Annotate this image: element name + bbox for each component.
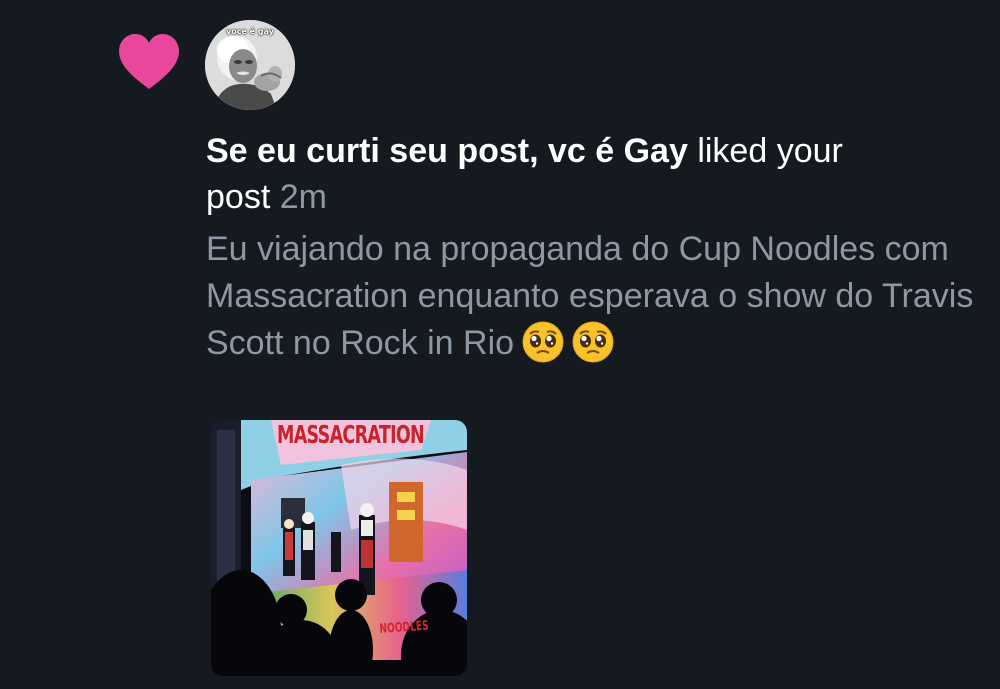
avatar[interactable]: voce é gay <box>205 20 295 110</box>
actor-name[interactable]: Se eu curti seu post, vc é Gay <box>206 132 688 170</box>
timestamp: 2m <box>279 178 327 216</box>
post-text[interactable]: Eu viajando na propaganda do Cup Noodles… <box>206 226 976 367</box>
avatar-caption: voce é gay <box>226 27 274 36</box>
like-notification[interactable]: voce é gay Se eu curti seu post, vc é Ga… <box>0 0 1000 689</box>
action-text-2: post <box>206 178 271 216</box>
pleading-face-icon <box>522 321 564 363</box>
post-media-image[interactable]: MASSACRATION NOODLES <box>211 420 467 676</box>
heart-icon <box>119 34 179 89</box>
media-banner-text: MASSACRATION <box>277 420 425 449</box>
notification-headline: Se eu curti seu post, vc é Gay liked you… <box>206 128 976 220</box>
pleading-face-icon <box>572 321 614 363</box>
concert-stage-photo <box>211 420 467 676</box>
action-text-1: liked your <box>687 132 843 170</box>
